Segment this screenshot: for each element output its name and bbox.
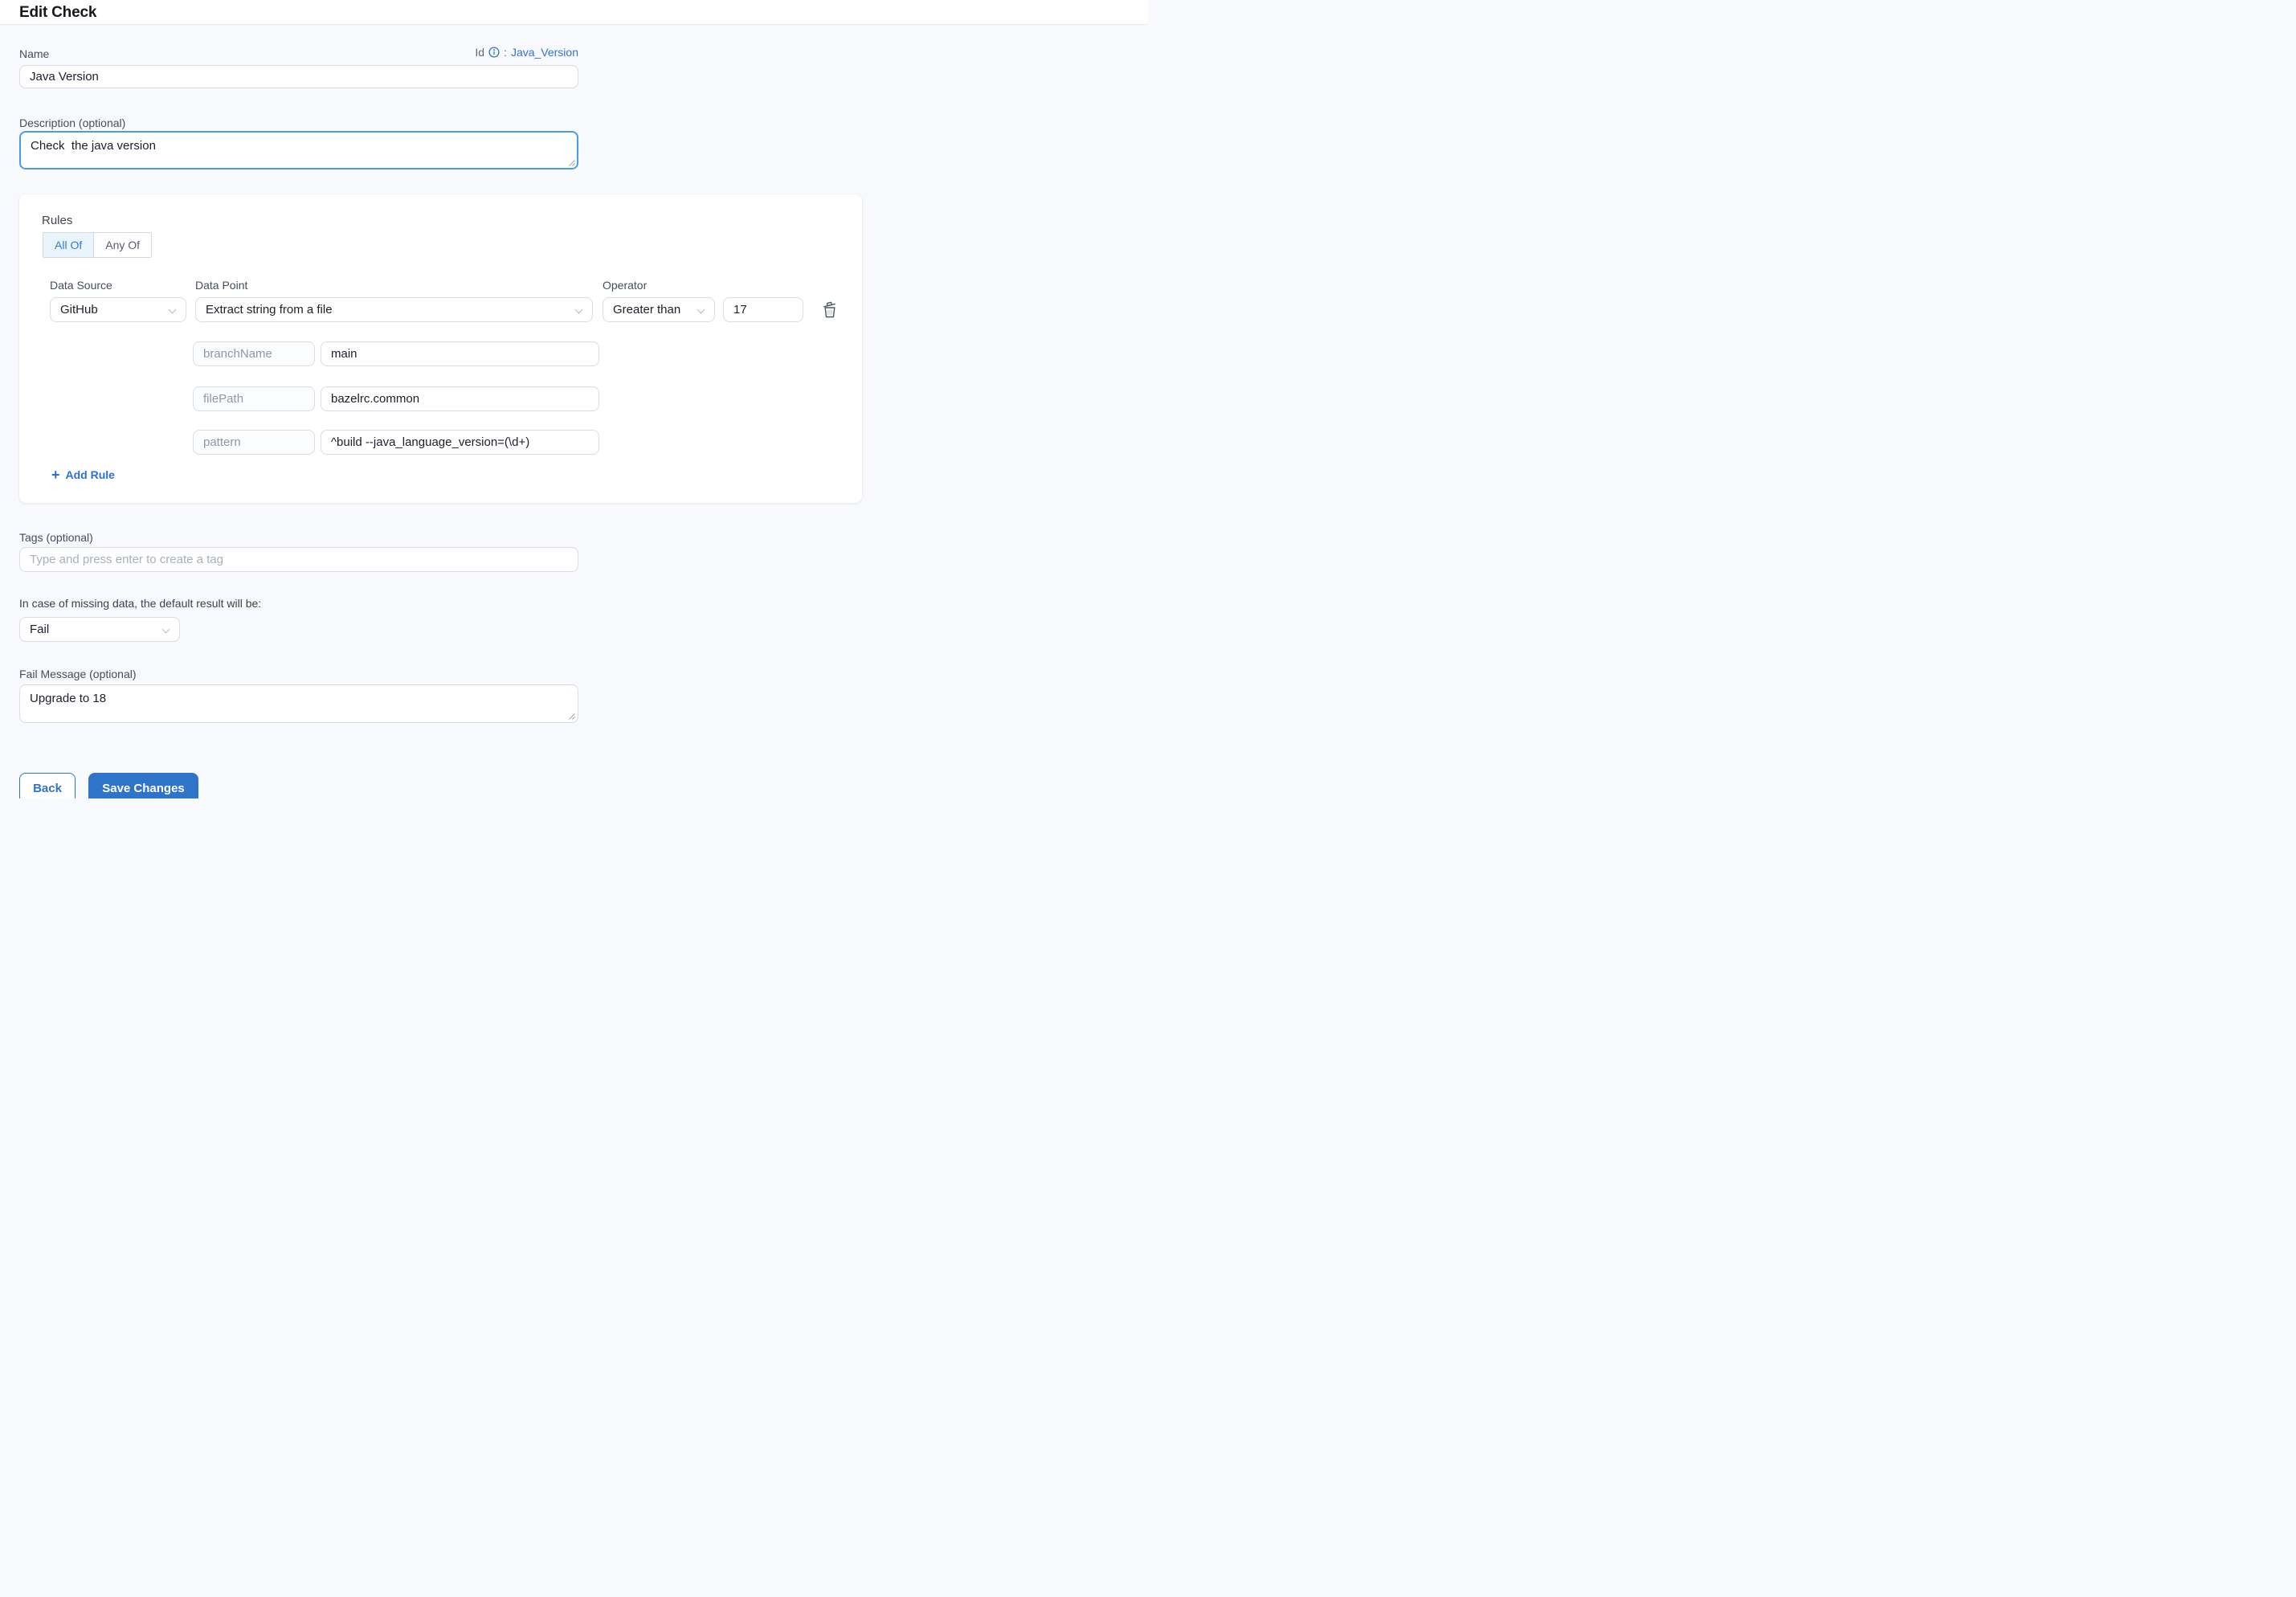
missing-data-select[interactable]: Fail: [19, 617, 180, 642]
missing-data-value: Fail: [30, 623, 49, 636]
param-value-pattern[interactable]: [321, 430, 599, 455]
description-field-wrap: Check the java version: [19, 131, 578, 170]
chevron-down-icon: [575, 306, 583, 314]
all-of-tab[interactable]: All Of: [43, 233, 93, 257]
data-point-value: Extract string from a file: [206, 303, 333, 317]
edit-check-page: Edit Check Name Id : Java_Version Descri…: [0, 0, 1148, 798]
any-of-tab[interactable]: Any Of: [93, 233, 151, 257]
description-label: Description (optional): [19, 116, 125, 129]
operator-value: Greater than: [613, 303, 680, 317]
rules-card: Rules All Of Any Of Data Source Data Poi…: [19, 194, 862, 503]
page-header: Edit Check: [0, 0, 1148, 25]
missing-data-label: In case of missing data, the default res…: [19, 597, 261, 610]
add-rule-button[interactable]: + Add Rule: [51, 468, 115, 481]
fail-message-textarea[interactable]: Upgrade to 18: [19, 684, 578, 723]
fail-message-label: Fail Message (optional): [19, 668, 137, 680]
page-title: Edit Check: [19, 0, 96, 25]
chevron-down-icon: [162, 626, 170, 634]
param-key-pattern: [193, 430, 315, 455]
data-point-label: Data Point: [195, 279, 247, 292]
data-source-label: Data Source: [50, 279, 112, 292]
data-point-select[interactable]: Extract string from a file: [195, 297, 593, 322]
id-label: Id: [475, 46, 484, 59]
param-value-filepath[interactable]: [321, 386, 599, 411]
plus-icon: +: [51, 469, 60, 480]
param-key-filepath: [193, 386, 315, 411]
operator-value-input[interactable]: [723, 297, 803, 322]
id-info-icon[interactable]: [488, 47, 500, 58]
name-input[interactable]: [19, 65, 578, 88]
chevron-down-icon: [697, 306, 705, 314]
fail-message-field-wrap: Upgrade to 18: [19, 684, 578, 723]
tags-input[interactable]: [19, 547, 578, 572]
param-key-branchname: [193, 341, 315, 366]
data-source-select[interactable]: GitHub: [50, 297, 186, 322]
operator-select[interactable]: Greater than: [603, 297, 715, 322]
back-button[interactable]: Back: [19, 773, 76, 798]
param-value-branchname[interactable]: [321, 341, 599, 366]
trash-icon: [820, 300, 840, 319]
rules-label: Rules: [42, 214, 72, 227]
add-rule-label: Add Rule: [66, 468, 115, 481]
description-textarea[interactable]: Check the java version: [19, 131, 578, 170]
tags-label: Tags (optional): [19, 531, 93, 544]
save-changes-button[interactable]: Save Changes: [88, 773, 198, 798]
id-separator: :: [504, 46, 507, 59]
data-source-value: GitHub: [60, 303, 98, 317]
delete-rule-button[interactable]: [819, 299, 840, 320]
operator-label: Operator: [603, 279, 647, 292]
rules-mode-toggle: All Of Any Of: [43, 232, 152, 258]
check-id-link[interactable]: Java_Version: [511, 46, 578, 59]
chevron-down-icon: [169, 306, 177, 314]
check-id-row: Id : Java_Version: [19, 46, 578, 59]
